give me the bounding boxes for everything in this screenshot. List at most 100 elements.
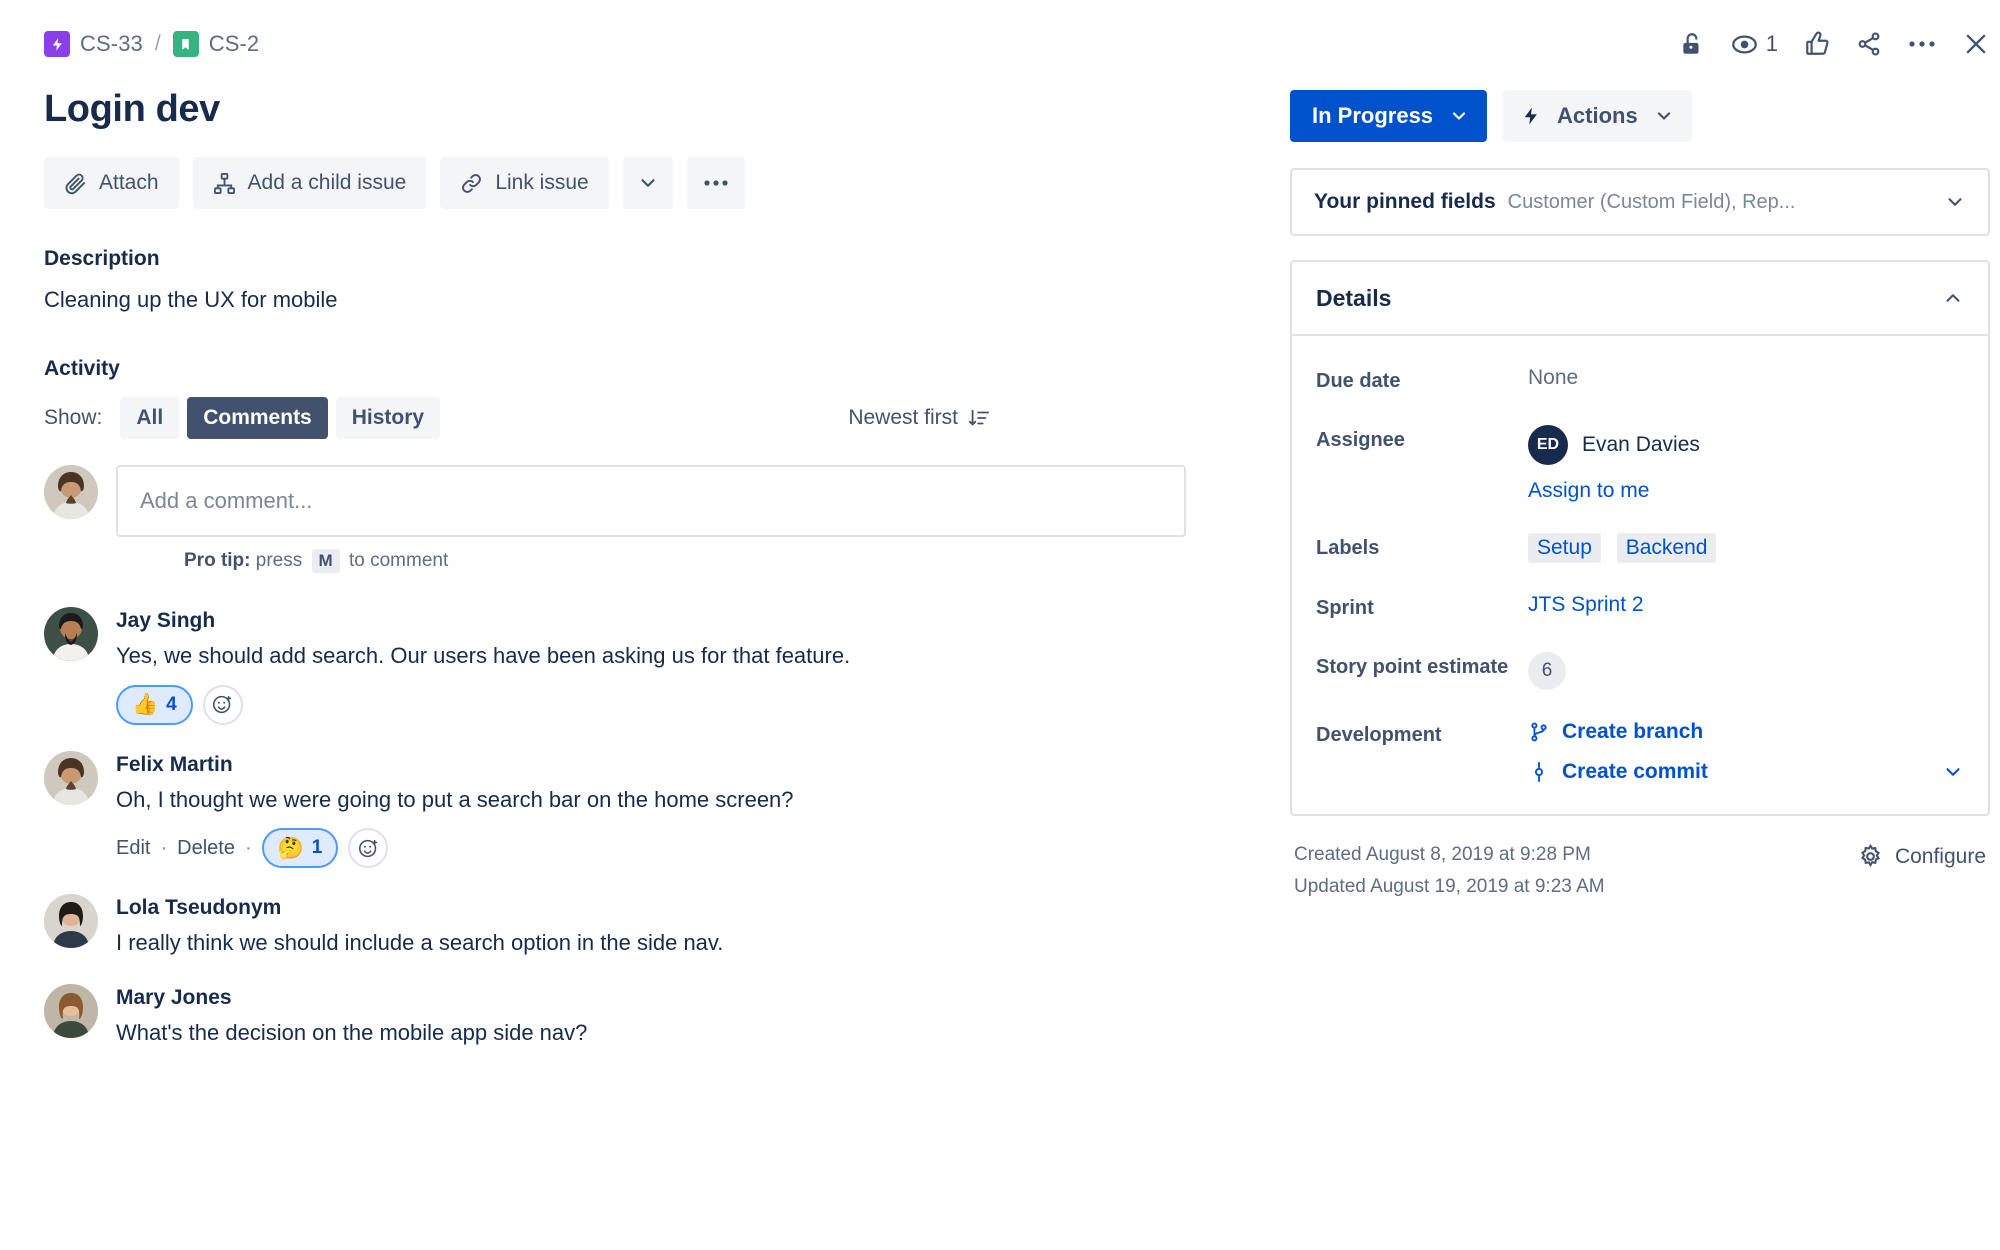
avatar bbox=[44, 750, 98, 805]
chevron-down-icon bbox=[1944, 191, 1966, 213]
breadcrumb-parent-link[interactable]: CS-33 bbox=[80, 31, 143, 57]
close-icon[interactable] bbox=[1962, 30, 1990, 58]
comment-body: Mary Jones What's the decision on the mo… bbox=[116, 984, 1250, 1048]
reaction-pill[interactable]: 👍 4 bbox=[116, 684, 193, 725]
activity-filter-comments[interactable]: Comments bbox=[187, 397, 328, 439]
field-label: Development bbox=[1316, 724, 1442, 746]
attach-button[interactable]: Attach bbox=[44, 157, 179, 209]
branch-icon bbox=[1528, 720, 1550, 744]
share-icon[interactable] bbox=[1856, 31, 1882, 57]
avatar bbox=[44, 607, 98, 661]
thinking-face-emoji-icon: 🤔 bbox=[277, 836, 304, 860]
create-commit-row: Create commit bbox=[1528, 760, 1964, 784]
activity-filter-history[interactable]: History bbox=[335, 397, 441, 439]
add-child-issue-button[interactable]: Add a child issue bbox=[192, 157, 427, 209]
details-panel-title: Details bbox=[1316, 284, 1392, 311]
field-value[interactable]: None bbox=[1528, 362, 1964, 390]
more-icon[interactable] bbox=[1908, 39, 1936, 49]
chevron-down-icon[interactable] bbox=[1942, 761, 1964, 783]
watch-icon[interactable]: 1 bbox=[1731, 31, 1778, 58]
assignee-line[interactable]: ED Evan Davies bbox=[1528, 425, 1964, 465]
label-chip-setup[interactable]: Setup bbox=[1528, 533, 1601, 563]
show-label: Show: bbox=[44, 406, 103, 429]
avatar bbox=[44, 984, 98, 1039]
link-issue-dropdown-button[interactable] bbox=[622, 157, 673, 209]
avatar bbox=[44, 465, 98, 519]
created-timestamp: Created August 8, 2019 at 9:28 PM bbox=[1294, 844, 1591, 865]
assignee-name: Evan Davies bbox=[1582, 433, 1700, 456]
toolbar-more-button[interactable] bbox=[686, 157, 745, 209]
protip-key: M bbox=[311, 549, 340, 573]
like-icon[interactable] bbox=[1804, 31, 1830, 57]
breadcrumb: CS-33 / CS-2 bbox=[44, 28, 1250, 60]
sort-order-label: Newest first bbox=[848, 406, 958, 429]
chevron-down-icon bbox=[1654, 106, 1674, 126]
assign-to-me-link[interactable]: Assign to me bbox=[1528, 479, 1649, 503]
issue-detail-page: CS-33 / CS-2 Login dev Attach Add a chil… bbox=[0, 0, 2000, 1250]
breadcrumb-current-link[interactable]: CS-2 bbox=[209, 31, 260, 57]
comment-input[interactable] bbox=[116, 465, 1186, 537]
updated-timestamp: Updated August 19, 2019 at 9:23 AM bbox=[1294, 876, 1605, 897]
field-value: Setup Backend bbox=[1528, 529, 1964, 563]
gear-icon bbox=[1858, 844, 1883, 869]
field-assignee: Assignee ED Evan Davies Assign to me bbox=[1316, 421, 1964, 503]
field-due-date: Due date None bbox=[1316, 362, 1964, 395]
separator-dot: · bbox=[160, 836, 168, 859]
field-sprint: Sprint JTS Sprint 2 bbox=[1316, 589, 1964, 622]
paperclip-icon bbox=[64, 172, 87, 195]
protip-hint: Pro tip: press M to comment bbox=[184, 549, 1250, 573]
sort-order-toggle[interactable]: Newest first bbox=[848, 406, 1250, 430]
comment-text: Yes, we should add search. Our users hav… bbox=[116, 643, 851, 668]
actions-label: Actions bbox=[1557, 103, 1638, 128]
details-panel-body: Due date None Assignee ED Evan Davies As… bbox=[1292, 336, 1988, 814]
lightning-bolt-icon bbox=[1521, 105, 1541, 127]
comment-body: Felix Martin Oh, I thought we were going… bbox=[116, 751, 1250, 869]
comment-edit-link[interactable]: Edit bbox=[116, 837, 150, 860]
protip-prefix: Pro tip: bbox=[184, 550, 251, 571]
pinned-fields-subtitle: Customer (Custom Field), Rep... bbox=[1507, 190, 1796, 213]
protip-suffix: to comment bbox=[348, 550, 449, 571]
comment-text: Oh, I thought we were going to put a sea… bbox=[116, 786, 794, 812]
field-label: Assignee bbox=[1316, 429, 1405, 451]
comment-author: Jay Singh bbox=[116, 609, 216, 632]
separator-dot: · bbox=[244, 836, 252, 859]
reaction-pill[interactable]: 🤔 1 bbox=[261, 828, 339, 869]
avatar: ED bbox=[1528, 425, 1568, 465]
chevron-down-icon bbox=[637, 172, 659, 194]
field-label: Sprint bbox=[1316, 597, 1374, 619]
details-panel-header[interactable]: Details bbox=[1292, 262, 1988, 336]
comment-item: Jay Singh Yes, we should add search. Our… bbox=[44, 607, 1250, 725]
configure-button[interactable]: Configure bbox=[1858, 844, 1986, 869]
reaction-count: 4 bbox=[166, 693, 177, 715]
comment-actions: 👍 4 bbox=[116, 684, 1250, 725]
unlock-icon[interactable] bbox=[1679, 31, 1705, 57]
comment-delete-link[interactable]: Delete bbox=[177, 837, 235, 860]
link-issue-label: Link issue bbox=[495, 171, 589, 194]
actions-dropdown-button[interactable]: Actions bbox=[1503, 90, 1692, 142]
comment-body: Jay Singh Yes, we should add search. Our… bbox=[116, 607, 1250, 725]
activity-filter-bar: Show: All Comments History Newest first bbox=[44, 397, 1250, 439]
field-value: ED Evan Davies Assign to me bbox=[1528, 421, 1964, 503]
pinned-fields-panel[interactable]: Your pinned fields Customer (Custom Fiel… bbox=[1290, 168, 1990, 236]
activity-filter-all[interactable]: All bbox=[120, 397, 180, 439]
sort-descending-icon bbox=[968, 407, 990, 429]
link-issue-button[interactable]: Link issue bbox=[440, 157, 609, 209]
create-branch-row: Create branch bbox=[1528, 720, 1964, 744]
add-reaction-button[interactable] bbox=[348, 828, 389, 869]
issue-header-icons: 1 bbox=[1290, 28, 1990, 60]
status-dropdown-button[interactable]: In Progress bbox=[1290, 90, 1488, 142]
issue-action-toolbar: Attach Add a child issue Link issue bbox=[44, 157, 1250, 209]
field-label: Due date bbox=[1316, 370, 1401, 392]
timestamps: Created August 8, 2019 at 9:28 PM Update… bbox=[1294, 844, 1605, 908]
create-branch-link[interactable]: Create branch bbox=[1562, 720, 1703, 744]
create-commit-link[interactable]: Create commit bbox=[1562, 760, 1708, 784]
field-label: Story point estimate bbox=[1316, 656, 1509, 678]
story-icon bbox=[172, 31, 199, 57]
story-points-value[interactable]: 6 bbox=[1528, 652, 1566, 690]
activity-heading: Activity bbox=[44, 357, 120, 380]
sprint-link[interactable]: JTS Sprint 2 bbox=[1528, 593, 1644, 616]
reaction-count: 1 bbox=[311, 837, 323, 859]
comment-composer bbox=[44, 465, 1250, 537]
add-reaction-button[interactable] bbox=[202, 684, 243, 725]
label-chip-backend[interactable]: Backend bbox=[1616, 533, 1717, 563]
